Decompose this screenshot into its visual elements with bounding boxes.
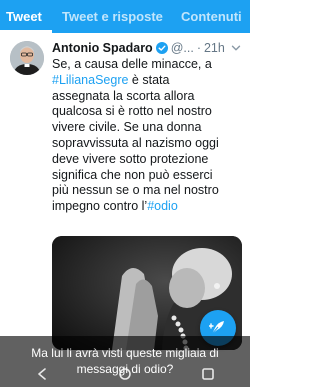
tweet-line: significa che non può esserci <box>52 167 213 182</box>
tweet-line: Se, a causa delle minacce, a <box>52 57 212 71</box>
tweet-card[interactable]: Antonio Spadaro @... · 21h Se, a causa d… <box>0 33 250 353</box>
tweet-line: deve vivere sotto protezione <box>52 151 209 166</box>
tweet-text: Se, a causa delle minacce, a #LilianaSeg… <box>52 57 246 215</box>
hashtag-link[interactable]: #LilianaSegre <box>52 73 128 87</box>
tweet-line: vivere civile. Se una donna <box>52 120 202 135</box>
system-nav-bar <box>0 360 250 387</box>
verified-badge-icon <box>155 42 168 54</box>
tweet-line: più nessun se o ma nel nostro <box>52 183 219 198</box>
hashtag-link[interactable]: #odio <box>147 199 178 213</box>
compose-feather-icon <box>209 321 224 335</box>
home-nav-icon[interactable] <box>116 365 134 383</box>
tweet-header: Antonio Spadaro @... · 21h <box>52 40 246 56</box>
recents-nav-icon[interactable] <box>199 365 217 383</box>
back-nav-icon[interactable] <box>33 365 51 383</box>
header-separator: · <box>196 41 201 55</box>
profile-tab-bar: Tweet Tweet e risposte Contenuti <box>0 0 250 33</box>
avatar[interactable] <box>10 41 44 75</box>
tweet-line: #LilianaSegre è stata <box>52 72 170 87</box>
tweet-line: assegnata la scorta allora <box>52 88 195 103</box>
tab-tweet-e-risposte[interactable]: Tweet e risposte <box>62 0 163 33</box>
tweet-timestamp: 21h <box>203 41 225 55</box>
tweet-line: qualcosa si è rotto nel nostro <box>52 104 212 119</box>
author-name[interactable]: Antonio Spadaro <box>52 41 153 55</box>
author-handle[interactable]: @... <box>171 41 194 55</box>
tweet-line: impegno contro l’#odio <box>52 199 178 214</box>
tweet-line: sopravvissuta al nazismo oggi <box>52 135 219 150</box>
tab-tweet[interactable]: Tweet <box>6 0 42 33</box>
chevron-down-icon[interactable] <box>231 43 241 53</box>
tab-contenuti[interactable]: Contenuti <box>181 0 242 33</box>
